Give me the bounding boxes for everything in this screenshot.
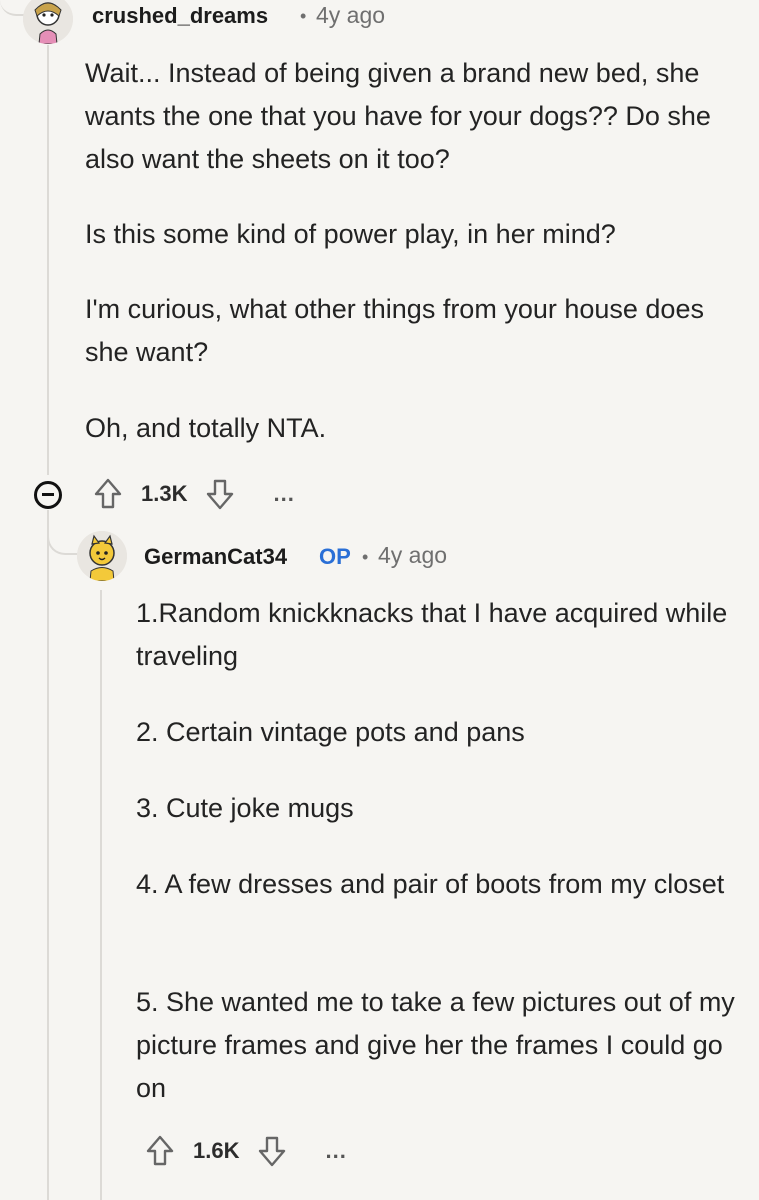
comment-actions: 1.3K ...: [93, 474, 295, 514]
upvote-icon[interactable]: [145, 1134, 175, 1168]
thread-line-main: [47, 45, 49, 475]
comment-author[interactable]: GermanCat34: [144, 544, 287, 570]
thread-line-collapse: [47, 510, 49, 1200]
comment-paragraph: Wait... Instead of being given a brand n…: [85, 58, 711, 174]
more-options-button[interactable]: ...: [325, 1138, 346, 1164]
comment-paragraph: Is this some kind of power play, in her …: [85, 219, 616, 249]
comment-author[interactable]: crushed_dreams: [92, 3, 268, 29]
comment-paragraph: 5. She wanted me to take a few pictures …: [136, 987, 735, 1103]
meta-separator: •: [300, 6, 307, 26]
comment-paragraph: I'm curious, what other things from your…: [85, 294, 704, 367]
upvote-icon[interactable]: [93, 477, 123, 511]
avatar-image-icon: [23, 0, 73, 44]
collapse-thread-button[interactable]: [34, 481, 62, 509]
comment-paragraph: 4. A few dresses and pair of boots from …: [136, 869, 725, 899]
comment-paragraph: 1.Random knickknacks that I have acquire…: [136, 598, 728, 671]
downvote-icon[interactable]: [205, 477, 235, 511]
avatar-image-icon: [77, 531, 127, 581]
comment-timestamp[interactable]: 4y ago: [316, 2, 385, 29]
thread-line-reply: [100, 590, 102, 1200]
comment-actions: 1.6K ...: [145, 1131, 347, 1171]
thread-connector: [47, 510, 77, 555]
thread-connector-top: [0, 0, 26, 16]
comment-paragraph: 3. Cute joke mugs: [136, 793, 354, 823]
more-options-button[interactable]: ...: [273, 481, 294, 507]
avatar[interactable]: [23, 0, 73, 44]
comment-paragraph: Oh, and totally NTA.: [85, 413, 327, 443]
downvote-icon[interactable]: [257, 1134, 287, 1168]
vote-count: 1.6K: [193, 1138, 240, 1163]
avatar[interactable]: [77, 531, 127, 581]
meta-separator: •: [362, 547, 369, 567]
comment-timestamp[interactable]: 4y ago: [378, 542, 447, 569]
comment-paragraph: 2. Certain vintage pots and pans: [136, 717, 525, 747]
vote-count: 1.3K: [141, 481, 188, 506]
op-badge: OP: [319, 544, 351, 569]
